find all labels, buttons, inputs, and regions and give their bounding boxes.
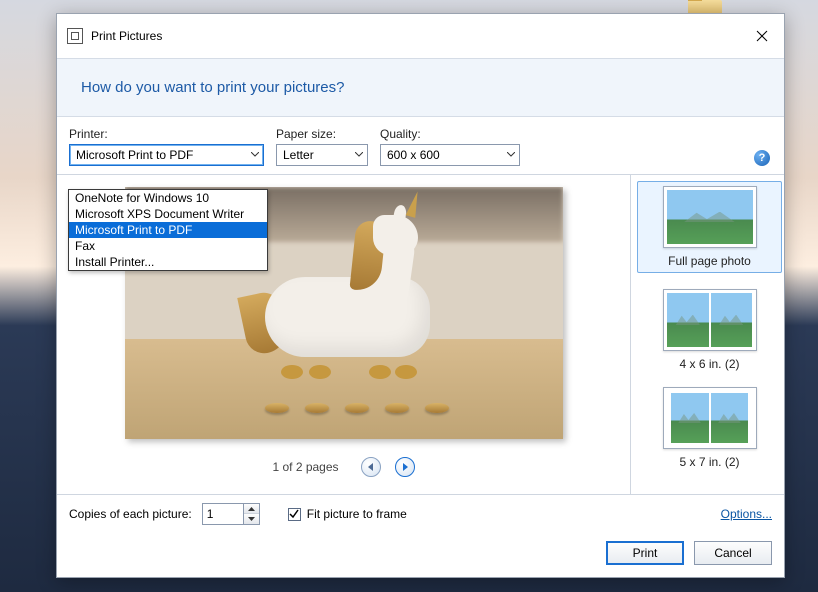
layout-list[interactable]: Full page photo 4 x 6 in. (2) 5 x 7 in. …: [630, 175, 784, 494]
chevron-down-icon: [251, 152, 259, 158]
quality-label: Quality:: [380, 127, 520, 141]
fit-to-frame-checkbox[interactable]: Fit picture to frame: [288, 507, 407, 521]
copies-down-button[interactable]: [244, 514, 259, 524]
header-band: How do you want to print your pictures?: [57, 58, 784, 117]
close-icon: [756, 30, 768, 42]
layout-4x6[interactable]: 4 x 6 in. (2): [637, 289, 782, 371]
layout-thumb: [663, 289, 757, 351]
quality-select[interactable]: 600 x 600: [380, 144, 520, 166]
layout-full-page[interactable]: Full page photo: [637, 181, 782, 273]
window-title: Print Pictures: [91, 29, 162, 43]
layout-thumb: [663, 387, 757, 449]
paper-size-label: Paper size:: [276, 127, 368, 141]
header-question: How do you want to print your pictures?: [81, 79, 760, 96]
cancel-button[interactable]: Cancel: [694, 541, 772, 565]
chevron-down-icon: [355, 152, 363, 158]
caret-down-icon: [248, 517, 255, 521]
close-button[interactable]: [750, 24, 774, 48]
caret-up-icon: [248, 507, 255, 511]
layout-5x7[interactable]: 5 x 7 in. (2): [637, 387, 782, 469]
quality-value: 600 x 600: [387, 148, 440, 162]
copies-spinner[interactable]: [202, 503, 260, 525]
controls-row: Printer: Microsoft Print to PDF Paper si…: [57, 117, 784, 174]
printer-select[interactable]: Microsoft Print to PDF: [69, 144, 264, 166]
printer-option-pdf[interactable]: Microsoft Print to PDF: [69, 222, 267, 238]
printer-icon: [67, 28, 83, 44]
print-button[interactable]: Print: [606, 541, 684, 565]
printer-option-xps[interactable]: Microsoft XPS Document Writer: [69, 206, 267, 222]
check-icon: [289, 509, 299, 519]
bottom-row: Copies of each picture: Fit picture to f…: [57, 495, 784, 533]
copies-label: Copies of each picture:: [69, 507, 192, 521]
paper-size-select[interactable]: Letter: [276, 144, 368, 166]
checkbox-box: [288, 508, 301, 521]
layout-label: Full page photo: [642, 254, 777, 268]
arrow-left-icon: [367, 463, 375, 471]
printer-option-onenote[interactable]: OneNote for Windows 10: [69, 190, 267, 206]
layout-label: 5 x 7 in. (2): [637, 455, 782, 469]
printer-option-install[interactable]: Install Printer...: [69, 254, 267, 270]
paper-size-value: Letter: [283, 148, 314, 162]
prev-page-button[interactable]: [361, 457, 381, 477]
action-row: Print Cancel: [57, 533, 784, 577]
printer-dropdown-list[interactable]: OneNote for Windows 10 Microsoft XPS Doc…: [68, 189, 268, 271]
arrow-right-icon: [401, 463, 409, 471]
copies-up-button[interactable]: [244, 504, 259, 514]
page-indicator: 1 of 2 pages: [272, 460, 338, 474]
chevron-down-icon: [507, 152, 515, 158]
layout-thumb: [663, 186, 757, 248]
titlebar: Print Pictures: [57, 14, 784, 58]
pager: 1 of 2 pages: [272, 457, 414, 477]
printer-label: Printer:: [69, 127, 264, 141]
layout-label: 4 x 6 in. (2): [637, 357, 782, 371]
next-page-button[interactable]: [395, 457, 415, 477]
help-icon[interactable]: ?: [754, 150, 770, 166]
printer-option-fax[interactable]: Fax: [69, 238, 267, 254]
printer-select-value: Microsoft Print to PDF: [76, 148, 193, 162]
copies-input[interactable]: [203, 504, 243, 524]
fit-label: Fit picture to frame: [307, 507, 407, 521]
print-pictures-dialog: Print Pictures How do you want to print …: [56, 13, 785, 578]
options-link[interactable]: Options...: [721, 507, 772, 521]
